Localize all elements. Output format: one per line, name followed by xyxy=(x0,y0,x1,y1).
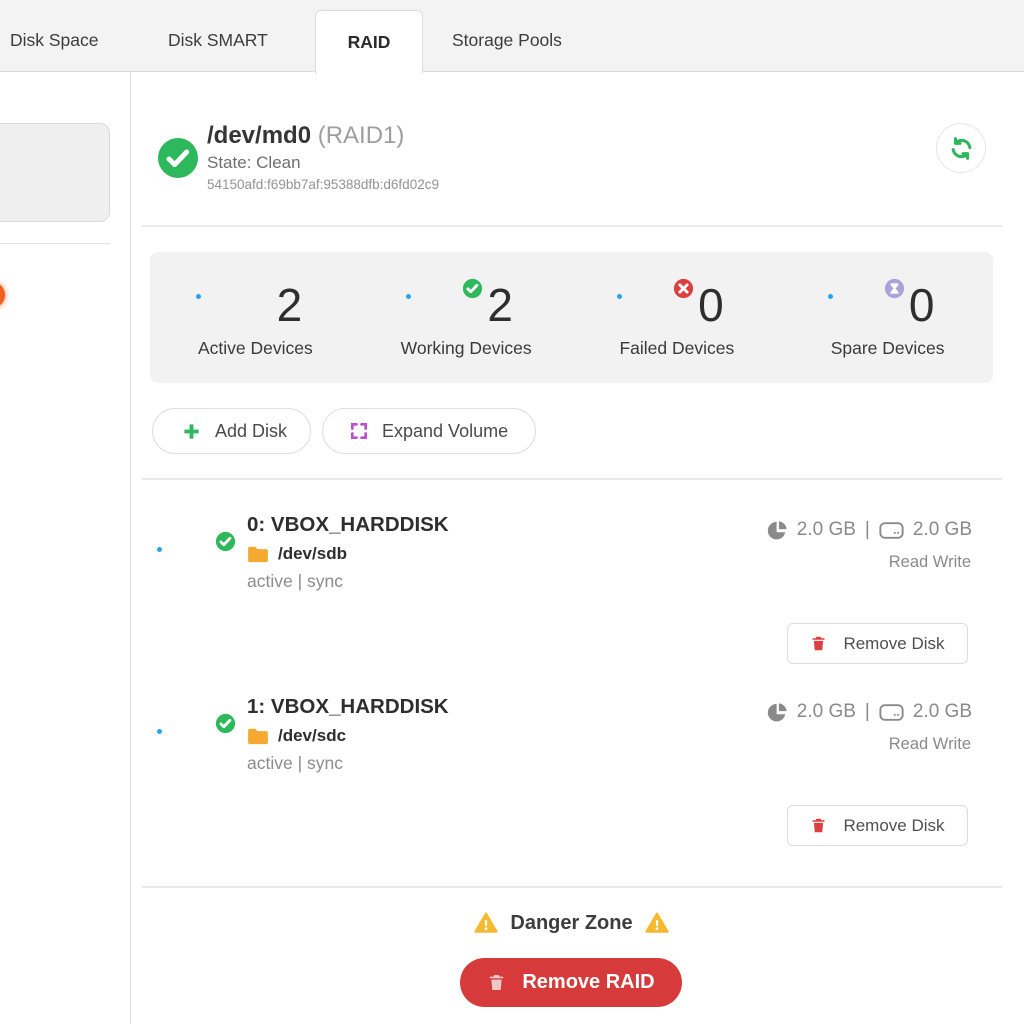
section-divider xyxy=(142,886,1002,888)
folder-icon xyxy=(247,545,269,563)
raid-header: /dev/md0 (RAID1) State: Clean 54150afd:f… xyxy=(207,122,439,192)
trash-icon xyxy=(810,817,827,834)
raid-status-ok-icon xyxy=(158,138,198,178)
stat-value: 2 xyxy=(487,282,513,328)
sidebar-device-card[interactable] xyxy=(0,123,110,222)
disk-name: 1: VBOX_HARDDISK xyxy=(247,695,449,719)
stat-label: Active Devices xyxy=(198,338,313,359)
raid-stats-strip: 2 Active Devices 2 Working Devices xyxy=(150,252,993,383)
disk-info: 0: VBOX_HARDDISK /dev/sdb active | sync xyxy=(247,513,449,592)
tab-disk-smart[interactable]: Disk SMART xyxy=(168,0,268,72)
raid-device-title: /dev/md0 (RAID1) xyxy=(207,122,439,150)
tab-storage-pools[interactable]: Storage Pools xyxy=(452,0,562,72)
sidebar-orange-badge-icon xyxy=(0,282,5,308)
add-disk-label: Add Disk xyxy=(215,421,287,442)
disk-sizes: 2.0 GB | 2.0 GB xyxy=(767,701,972,723)
hdd-cross-icon xyxy=(630,290,686,320)
disk-used: 2.0 GB xyxy=(797,701,856,723)
raid-level: (RAID1) xyxy=(318,122,405,149)
raid-management-page: Disk Space Disk SMART Storage Pools RAID… xyxy=(0,0,1024,1024)
stat-label: Failed Devices xyxy=(619,338,734,359)
expand-icon xyxy=(349,421,369,441)
warning-icon xyxy=(645,911,669,935)
disk-mode: Read Write xyxy=(889,553,971,572)
expand-volume-label: Expand Volume xyxy=(382,421,508,442)
stat-working-devices: 2 Working Devices xyxy=(361,252,572,383)
danger-zone-heading: Danger Zone xyxy=(150,910,993,936)
disk-used: 2.0 GB xyxy=(797,519,856,541)
disk-path: /dev/sdc xyxy=(278,726,346,746)
disk-path-line: /dev/sdc xyxy=(247,726,449,746)
hdd-check-icon xyxy=(170,725,228,755)
remove-disk-button[interactable]: Remove Disk xyxy=(787,805,968,846)
sidebar-vertical-divider xyxy=(130,72,131,1024)
stat-value: 0 xyxy=(909,282,935,328)
drive-icon xyxy=(879,522,904,539)
trash-icon xyxy=(487,973,506,992)
disk-name: 0: VBOX_HARDDISK xyxy=(247,513,449,537)
hdd-icon xyxy=(209,290,265,320)
trash-icon xyxy=(810,635,827,652)
stat-spare-devices: 0 Spare Devices xyxy=(782,252,993,383)
stat-label: Spare Devices xyxy=(831,338,945,359)
disk-status: active | sync xyxy=(247,571,449,592)
pie-chart-icon xyxy=(767,702,788,723)
remove-raid-button[interactable]: Remove RAID xyxy=(460,958,682,1007)
remove-raid-label: Remove RAID xyxy=(522,971,654,994)
danger-zone-label: Danger Zone xyxy=(510,912,632,935)
raid-state: State: Clean xyxy=(207,153,439,173)
hdd-check-icon xyxy=(170,543,228,573)
add-disk-button[interactable]: Add Disk xyxy=(152,408,311,454)
remove-disk-button[interactable]: Remove Disk xyxy=(787,623,968,664)
disk-capacity: 2.0 GB xyxy=(913,519,972,541)
raid-uuid: 54150afd:f69bb7af:95388dfb:d6fd02c9 xyxy=(207,177,439,192)
disk-sizes: 2.0 GB | 2.0 GB xyxy=(767,519,972,541)
stat-value: 0 xyxy=(698,282,724,328)
disk-info: 1: VBOX_HARDDISK /dev/sdc active | sync xyxy=(247,695,449,774)
tab-bar: Disk Space Disk SMART Storage Pools xyxy=(0,0,1024,72)
stat-value: 2 xyxy=(277,282,303,328)
hdd-check-icon xyxy=(419,290,475,320)
remove-disk-label: Remove Disk xyxy=(843,816,944,836)
folder-icon xyxy=(247,727,269,745)
pie-chart-icon xyxy=(767,520,788,541)
stat-label: Working Devices xyxy=(401,338,532,359)
remove-disk-label: Remove Disk xyxy=(843,634,944,654)
size-separator: | xyxy=(865,701,870,723)
stat-failed-devices: 0 Failed Devices xyxy=(572,252,783,383)
disk-mode: Read Write xyxy=(889,735,971,754)
disk-capacity: 2.0 GB xyxy=(913,701,972,723)
section-divider xyxy=(142,225,1002,227)
refresh-button[interactable] xyxy=(936,123,986,173)
hdd-hourglass-icon xyxy=(841,290,897,320)
disk-path: /dev/sdb xyxy=(278,544,347,564)
tab-raid-active[interactable]: RAID xyxy=(315,10,423,74)
size-separator: | xyxy=(865,519,870,541)
disk-status: active | sync xyxy=(247,753,449,774)
stat-active-devices: 2 Active Devices xyxy=(150,252,361,383)
tab-disk-space[interactable]: Disk Space xyxy=(10,0,99,72)
section-divider xyxy=(142,478,1002,480)
disk-path-line: /dev/sdb xyxy=(247,544,449,564)
plus-icon xyxy=(181,421,202,442)
sidebar-divider xyxy=(0,243,110,244)
refresh-icon xyxy=(949,136,974,161)
expand-volume-button[interactable]: Expand Volume xyxy=(322,408,536,454)
drive-icon xyxy=(879,704,904,721)
raid-device-name: /dev/md0 xyxy=(207,122,311,149)
raid-detail-panel: /dev/md0 (RAID1) State: Clean 54150afd:f… xyxy=(150,72,993,1024)
warning-icon xyxy=(474,911,498,935)
